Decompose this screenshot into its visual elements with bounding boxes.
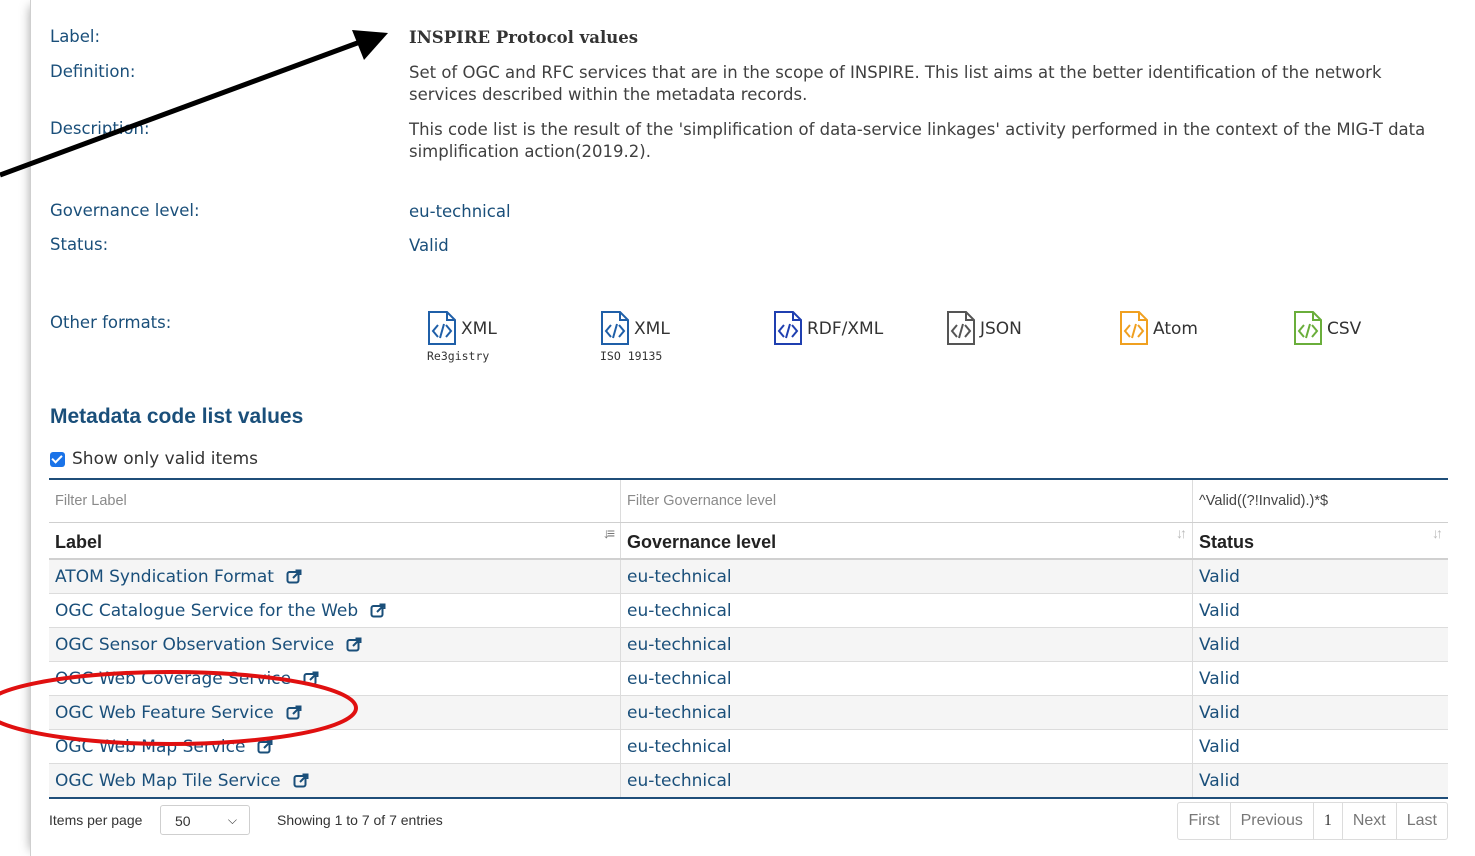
status-value[interactable]: Valid: [409, 235, 1449, 257]
table-row: ATOM Syndication Format eu-technical Valid: [49, 560, 1448, 594]
code-file-icon: [601, 311, 629, 345]
formats-key: Other formats:: [50, 313, 172, 332]
external-link-icon[interactable]: [257, 739, 273, 754]
pager-first-button[interactable]: First: [1178, 803, 1231, 839]
table-row: OGC Web Map Service eu-technical Valid: [49, 730, 1448, 764]
column-governance-text: Governance level: [627, 532, 777, 552]
row-label-cell[interactable]: OGC Web Coverage Service: [49, 662, 621, 695]
row-governance-link[interactable]: eu-technical: [621, 628, 1193, 661]
table-footer: Items per page 50 ⌵ Showing 1 to 7 of 7 …: [49, 800, 1448, 840]
code-file-icon: [1120, 311, 1148, 345]
row-status-link[interactable]: Valid: [1193, 594, 1448, 627]
row-label-link[interactable]: OGC Catalogue Service for the Web: [55, 601, 358, 621]
show-valid-toggle[interactable]: Show only valid items: [50, 449, 258, 469]
entries-info: Showing 1 to 7 of 7 entries: [277, 812, 443, 828]
row-status-link[interactable]: Valid: [1193, 730, 1448, 763]
table-row: OGC Web Feature Service eu-technical Valid: [49, 696, 1448, 730]
definition-key: Definition:: [50, 62, 136, 81]
row-label-cell[interactable]: OGC Web Map Tile Service: [49, 764, 621, 797]
table-row: OGC Sensor Observation Service eu-technic…: [49, 628, 1448, 662]
sort-icon[interactable]: ↓↑: [1176, 525, 1187, 541]
table-row: OGC Catalogue Service for the Web eu-tech…: [49, 594, 1448, 628]
filter-status-input[interactable]: ^Valid((?!Invalid).)*$: [1193, 480, 1448, 522]
row-status-link[interactable]: Valid: [1193, 560, 1448, 593]
description-text: This code list is the result of the 'sim…: [409, 120, 1426, 161]
format-name: RDF/XML: [807, 319, 884, 339]
row-governance-link[interactable]: eu-technical: [621, 764, 1193, 797]
external-link-icon[interactable]: [286, 569, 302, 584]
code-file-icon: [1294, 311, 1322, 345]
format-name: XML: [634, 319, 670, 339]
governance-value[interactable]: eu-technical: [409, 201, 1449, 223]
row-status-link[interactable]: Valid: [1193, 696, 1448, 729]
governance-key: Governance level:: [50, 201, 200, 220]
row-governance-link[interactable]: eu-technical: [621, 560, 1193, 593]
row-governance-link[interactable]: eu-technical: [621, 730, 1193, 763]
column-status-text: Status: [1199, 532, 1255, 552]
column-label-text: Label: [55, 532, 103, 552]
external-link-icon[interactable]: [286, 705, 302, 720]
pager-previous-button[interactable]: Previous: [1231, 803, 1314, 839]
items-per-page-select[interactable]: 50 ⌵: [160, 805, 250, 835]
header-row: Label ↓≡ Governance level ↓↑ Status ↓↑: [49, 523, 1448, 560]
pager-next-button[interactable]: Next: [1343, 803, 1397, 839]
code-file-icon: [947, 311, 975, 345]
row-status-link[interactable]: Valid: [1193, 764, 1448, 797]
format-name: JSON: [980, 319, 1022, 339]
description-key: Description:: [50, 119, 150, 138]
external-link-icon[interactable]: [370, 603, 386, 618]
pager-page-1-button[interactable]: 1: [1314, 803, 1343, 839]
definition-text: Set of OGC and RFC services that are in …: [409, 63, 1382, 104]
external-link-icon[interactable]: [303, 671, 319, 686]
format-name: CSV: [1327, 319, 1362, 339]
column-header-label[interactable]: Label ↓≡: [49, 523, 621, 558]
row-label-link[interactable]: OGC Web Coverage Service: [55, 669, 291, 689]
row-label-cell[interactable]: OGC Sensor Observation Service: [49, 628, 621, 661]
format-sub: ISO 19135: [600, 349, 663, 363]
row-label-cell[interactable]: ATOM Syndication Format: [49, 560, 621, 593]
column-header-governance[interactable]: Governance level ↓↑: [621, 523, 1193, 558]
section-title: Metadata code list values: [50, 405, 304, 428]
show-valid-label: Show only valid items: [72, 449, 259, 469]
row-label-link[interactable]: OGC Web Map Tile Service: [55, 771, 281, 791]
code-file-icon: [428, 311, 456, 345]
format-name: Atom: [1153, 319, 1198, 339]
row-label-cell[interactable]: OGC Catalogue Service for the Web: [49, 594, 621, 627]
chevron-down-icon: ⌵: [227, 813, 237, 827]
table-row: OGC Web Coverage Service eu-technical Vali…: [49, 662, 1448, 696]
sort-icon[interactable]: ↓↑: [1432, 525, 1443, 541]
row-label-link[interactable]: OGC Sensor Observation Service: [55, 635, 334, 655]
code-file-icon: [774, 311, 802, 345]
items-per-page-label: Items per page: [49, 812, 143, 828]
row-label-link[interactable]: OGC Web Feature Service: [55, 703, 274, 723]
checkbox-checked-icon[interactable]: [50, 451, 65, 467]
row-status-link[interactable]: Valid: [1193, 662, 1448, 695]
format-sub: Re3gistry: [427, 349, 490, 363]
table-body: ATOM Syndication Format eu-technical Valid…: [49, 560, 1448, 797]
page-title: INSPIRE Protocol values: [409, 28, 639, 47]
row-label-link[interactable]: ATOM Syndication Format: [55, 567, 274, 587]
external-link-icon[interactable]: [293, 773, 309, 788]
column-header-status[interactable]: Status ↓↑: [1193, 523, 1448, 558]
code-list-table: Filter Label Filter Governance level ^Va…: [49, 478, 1448, 799]
row-label-cell[interactable]: OGC Web Feature Service: [49, 696, 621, 729]
format-name: XML: [461, 319, 497, 339]
row-governance-link[interactable]: eu-technical: [621, 662, 1193, 695]
filter-governance-input[interactable]: Filter Governance level: [621, 480, 1193, 522]
row-governance-link[interactable]: eu-technical: [621, 696, 1193, 729]
table-row: OGC Web Map Tile Service eu-technical Vali…: [49, 764, 1448, 797]
row-status-link[interactable]: Valid: [1193, 628, 1448, 661]
sort-asc-icon[interactable]: ↓≡: [603, 525, 615, 541]
pager-last-button[interactable]: Last: [1397, 803, 1447, 839]
row-governance-link[interactable]: eu-technical: [621, 594, 1193, 627]
pagination: First Previous 1 Next Last: [1177, 802, 1448, 840]
filter-label-input[interactable]: Filter Label: [49, 480, 621, 522]
row-label-link[interactable]: OGC Web Map Service: [55, 737, 245, 757]
row-label-cell[interactable]: OGC Web Map Service: [49, 730, 621, 763]
filter-row: Filter Label Filter Governance level ^Va…: [49, 480, 1448, 523]
status-key: Status:: [50, 235, 109, 254]
label-key: Label:: [50, 27, 101, 46]
external-link-icon[interactable]: [346, 637, 362, 652]
items-per-page-value: 50: [175, 813, 191, 829]
